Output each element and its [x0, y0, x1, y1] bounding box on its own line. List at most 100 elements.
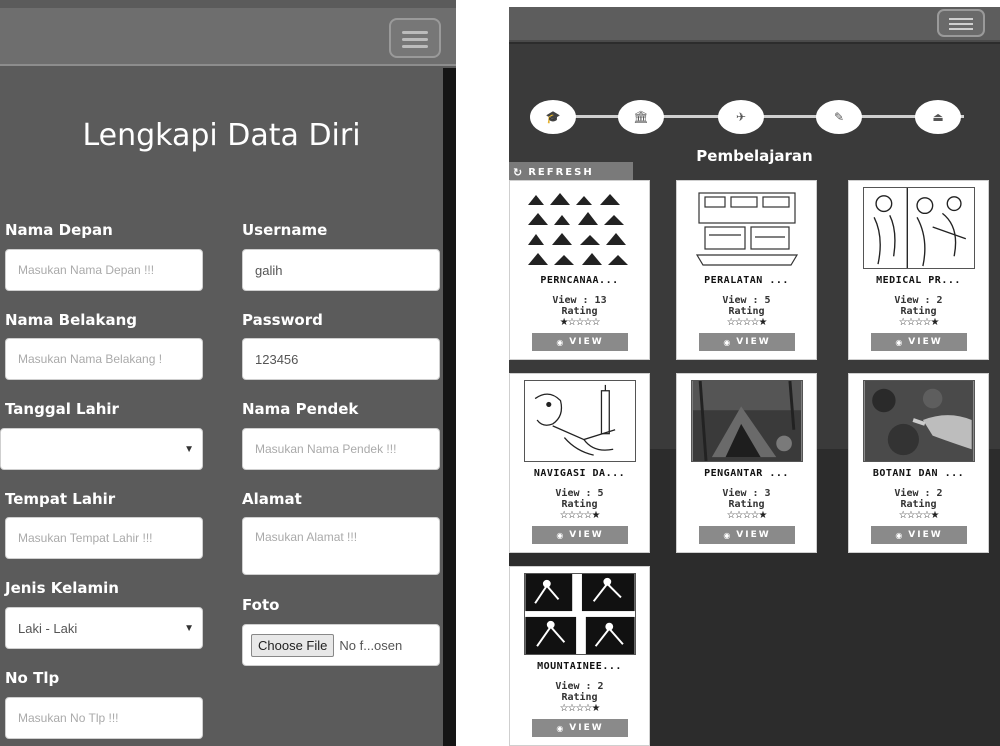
username-label: Username [242, 221, 328, 239]
tempat-lahir-input[interactable]: Masukan Tempat Lahir !!! [5, 517, 203, 559]
username-input[interactable]: galih [242, 249, 440, 291]
star-rating-icon: ★☆☆☆☆ [559, 317, 601, 328]
course-title: BOTANI DAN ... [872, 468, 965, 479]
menu-line-icon [402, 45, 428, 48]
nama-belakang-label: Nama Belakang [5, 311, 138, 329]
tanggal-lahir-select[interactable]: ▼ [0, 428, 203, 470]
menu-line-icon [949, 28, 973, 30]
menu-line-icon [949, 23, 973, 25]
star-rating-icon: ☆☆☆☆★ [726, 510, 768, 521]
view-count: View : 5 [555, 488, 604, 499]
course-title: NAVIGASI DA... [533, 468, 626, 479]
menu-line-icon [402, 38, 428, 41]
chevron-down-icon: ▼ [184, 623, 194, 634]
rating-label: Rating [900, 499, 937, 510]
scroll-edge [443, 68, 456, 746]
course-card[interactable]: MOUNTAINEE... View : 2 Rating ☆☆☆☆★ ◉ VI… [509, 566, 650, 746]
course-title: MEDICAL PR... [876, 275, 961, 286]
view-button[interactable]: ◉ VIEW [871, 333, 967, 351]
course-card[interactable]: PENGANTAR ... View : 3 Rating ☆☆☆☆★ ◉ VI… [676, 373, 817, 553]
rating-label: Rating [561, 306, 598, 317]
no-tlp-label: No Tlp [5, 669, 60, 687]
foto-file-input[interactable]: Choose File No f...osen [242, 624, 440, 666]
jenis-kelamin-select[interactable]: Laki - Laki ▼ [5, 607, 203, 649]
learning-screen: 🎓 🏛 ✈ ✎ ⏏ Pembelajaran ↻ REFRESH PERNCAN… [509, 7, 1000, 746]
pencil-icon[interactable]: ✎ [816, 100, 862, 134]
jenis-kelamin-value: Laki - Laki [18, 620, 78, 636]
eject-icon[interactable]: ⏏ [915, 100, 961, 134]
course-title: PENGANTAR ... [704, 468, 789, 479]
course-card[interactable]: PERALATAN ... View : 5 Rating ☆☆☆☆★ ◉ VI… [676, 180, 817, 360]
view-button-label: VIEW [569, 337, 604, 347]
course-thumbnail [691, 187, 803, 269]
eye-icon: ◉ [556, 337, 566, 347]
view-count: View : 3 [722, 488, 771, 499]
view-button[interactable]: ◉ VIEW [532, 719, 628, 737]
course-thumbnail [524, 573, 636, 655]
alamat-label: Alamat [242, 490, 302, 508]
tanggal-lahir-label: Tanggal Lahir [5, 400, 119, 418]
eye-icon: ◉ [556, 723, 566, 733]
star-rating-icon: ☆☆☆☆★ [898, 317, 940, 328]
view-button-label: VIEW [569, 530, 604, 540]
star-rating-icon: ☆☆☆☆★ [726, 317, 768, 328]
view-button[interactable]: ◉ VIEW [871, 526, 967, 544]
nama-pendek-input[interactable]: Masukan Nama Pendek !!! [242, 428, 440, 470]
foto-label: Foto [242, 596, 280, 614]
view-button[interactable]: ◉ VIEW [699, 333, 795, 351]
view-button[interactable]: ◉ VIEW [699, 526, 795, 544]
rating-label: Rating [561, 499, 598, 510]
course-title: PERALATAN ... [704, 275, 789, 286]
star-rating-icon: ☆☆☆☆★ [559, 510, 601, 521]
eye-icon: ◉ [723, 337, 733, 347]
course-card[interactable]: MEDICAL PR... View : 2 Rating ☆☆☆☆★ ◉ VI… [848, 180, 989, 360]
eye-icon: ◉ [556, 530, 566, 540]
file-status-text: No f...osen [339, 637, 403, 653]
course-thumbnail [524, 187, 636, 269]
view-count: View : 13 [552, 295, 607, 306]
hamburger-menu-button[interactable] [937, 9, 985, 37]
password-input[interactable]: 123456 [242, 338, 440, 380]
nama-belakang-input[interactable]: Masukan Nama Belakang ! [5, 338, 203, 380]
course-thumbnail [524, 380, 636, 462]
rating-label: Rating [728, 499, 765, 510]
alamat-textarea[interactable]: Masukan Alamat !!! [242, 517, 440, 575]
bank-icon[interactable]: 🏛 [618, 100, 664, 134]
rating-label: Rating [561, 692, 598, 703]
profile-form-screen: Lengkapi Data Diri Nama Depan Masukan Na… [0, 0, 456, 746]
eye-icon: ◉ [895, 530, 905, 540]
view-count: View : 5 [722, 295, 771, 306]
refresh-label: REFRESH [528, 167, 594, 178]
view-button[interactable]: ◉ VIEW [532, 526, 628, 544]
view-button-label: VIEW [908, 530, 943, 540]
chevron-down-icon: ▼ [184, 444, 194, 455]
star-rating-icon: ☆☆☆☆★ [898, 510, 940, 521]
course-thumbnail [691, 380, 803, 462]
view-button-label: VIEW [736, 337, 771, 347]
menu-line-icon [949, 18, 973, 20]
nama-depan-input[interactable]: Masukan Nama Depan !!! [5, 249, 203, 291]
hamburger-menu-button[interactable] [389, 18, 441, 58]
no-tlp-input[interactable]: Masukan No Tlp !!! [5, 697, 203, 739]
rating-label: Rating [900, 306, 937, 317]
view-button-label: VIEW [736, 530, 771, 540]
nama-depan-label: Nama Depan [5, 221, 113, 239]
course-card[interactable]: NAVIGASI DA... View : 5 Rating ☆☆☆☆★ ◉ V… [509, 373, 650, 553]
refresh-icon: ↻ [513, 166, 525, 179]
course-thumbnail [863, 380, 975, 462]
graduation-cap-icon[interactable]: 🎓 [530, 100, 576, 134]
course-card[interactable]: PERNCANAA... View : 13 Rating ★☆☆☆☆ ◉ VI… [509, 180, 650, 360]
course-thumbnail [863, 187, 975, 269]
paper-plane-icon[interactable]: ✈ [718, 100, 764, 134]
course-title: MOUNTAINEE... [537, 661, 622, 672]
view-count: View : 2 [555, 681, 604, 692]
course-card[interactable]: BOTANI DAN ... View : 2 Rating ☆☆☆☆★ ◉ V… [848, 373, 989, 553]
star-rating-icon: ☆☆☆☆★ [559, 703, 601, 714]
view-button[interactable]: ◉ VIEW [532, 333, 628, 351]
tempat-lahir-label: Tempat Lahir [5, 490, 116, 508]
view-button-label: VIEW [569, 723, 604, 733]
choose-file-button[interactable]: Choose File [251, 633, 335, 657]
eye-icon: ◉ [895, 337, 905, 347]
eye-icon: ◉ [723, 530, 733, 540]
navbar [509, 7, 1000, 42]
